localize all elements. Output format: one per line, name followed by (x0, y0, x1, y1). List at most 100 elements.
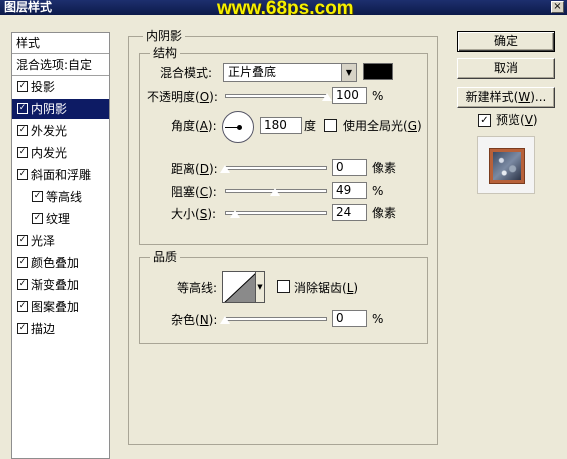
blend-mode-value: 正片叠底 (228, 65, 277, 79)
structure-title: 结构 (150, 46, 181, 60)
style-list-item[interactable]: ✓ 颜色叠加 (12, 253, 109, 273)
style-list-header-label: 样式 (16, 36, 41, 50)
style-list-item-label: 等高线 (46, 190, 83, 204)
checkbox-icon[interactable]: ✓ (17, 301, 28, 312)
checkbox-icon[interactable]: ✓ (32, 213, 43, 224)
contour-picker[interactable] (222, 271, 256, 303)
antialias-label: 消除锯齿(L) (294, 281, 359, 295)
style-list-item-label: 内阴影 (31, 102, 68, 116)
style-list-item[interactable]: ✓ 描边 (12, 319, 109, 339)
preview-checkbox[interactable]: ✓ (478, 114, 491, 127)
style-list-item[interactable]: ✓ 图案叠加 (12, 297, 109, 317)
style-list: 样式 混合选项:自定 ✓ 投影 ✓ 内阴影 ✓ 外发光 ✓ 内发光 ✓ 斜面和浮雕 ✓ 等高线 ✓ 纹理 ✓… (11, 32, 110, 459)
blend-options-item[interactable]: 混合选项:自定 (12, 55, 109, 75)
style-list-header[interactable]: 样式 (12, 33, 109, 53)
inner-shadow-group: 内阴影 结构 混合模式: 正片叠底 ▼ 不透明度(O): 100 % 角度(A)… (128, 29, 438, 445)
global-light-label: 使用全局光(G) (343, 119, 422, 133)
style-preview-thumbnail (477, 136, 535, 194)
size-label: 大小(S): (171, 207, 217, 221)
ok-button[interactable]: 确定 (457, 31, 555, 52)
preview-label: 预览(V) (496, 113, 538, 127)
choke-label: 阻塞(C): (171, 185, 217, 199)
structure-group: 结构 混合模式: 正片叠底 ▼ 不透明度(O): 100 % 角度(A): 18… (139, 46, 428, 245)
style-list-item-label: 描边 (31, 322, 56, 336)
checkbox-icon[interactable]: ✓ (17, 257, 28, 268)
style-list-item[interactable]: ✓ 内阴影 (12, 99, 109, 119)
choke-slider-thumb[interactable] (268, 187, 281, 197)
list-divider (12, 75, 109, 76)
size-unit: 像素 (372, 206, 397, 220)
blend-color-swatch[interactable] (363, 63, 393, 80)
new-style-button[interactable]: 新建样式(W)... (457, 87, 555, 108)
angle-unit: 度 (304, 119, 317, 133)
style-list-item[interactable]: ✓ 投影 (12, 77, 109, 97)
opacity-slider-track[interactable] (225, 94, 327, 98)
style-list-item[interactable]: ✓ 渐变叠加 (12, 275, 109, 295)
chevron-down-icon: ▼ (341, 64, 356, 81)
angle-dial[interactable] (222, 111, 254, 143)
title-bar[interactable]: 图层样式 www.68ps.com × (0, 0, 567, 19)
blend-options-label: 混合选项:自定 (16, 58, 93, 72)
contour-dropdown-arrow[interactable]: ▼ (255, 271, 265, 303)
checkbox-icon[interactable]: ✓ (17, 169, 28, 180)
size-input[interactable]: 24 (332, 204, 367, 221)
angle-label: 角度(A): (171, 119, 217, 133)
angle-input[interactable]: 180 (260, 117, 302, 134)
opacity-slider-thumb[interactable] (321, 92, 333, 102)
contour-curve-icon (224, 273, 255, 302)
size-slider-track[interactable] (225, 211, 327, 215)
global-light-checkbox[interactable] (324, 119, 337, 132)
list-divider (12, 53, 109, 54)
noise-slider-track[interactable] (225, 317, 327, 321)
checkbox-icon[interactable]: ✓ (17, 81, 28, 92)
quality-group: 品质 等高线: ▼ 消除锯齿(L) 杂色(N): 0 % (139, 250, 428, 344)
style-list-item[interactable]: ✓ 纹理 (12, 209, 109, 229)
choke-unit: % (372, 184, 384, 198)
style-list-item[interactable]: ✓ 外发光 (12, 121, 109, 141)
blend-mode-label: 混合模式: (160, 66, 213, 80)
distance-slider-track[interactable] (225, 166, 327, 170)
cancel-button[interactable]: 取消 (457, 58, 555, 79)
noise-unit: % (372, 312, 384, 326)
style-list-item-label: 内发光 (31, 146, 68, 160)
antialias-checkbox[interactable] (277, 280, 290, 293)
style-list-item-label: 外发光 (31, 124, 68, 138)
opacity-unit: % (372, 89, 384, 103)
checkbox-icon[interactable]: ✓ (32, 191, 43, 202)
style-list-item[interactable]: ✓ 内发光 (12, 143, 109, 163)
noise-input[interactable]: 0 (332, 310, 367, 327)
style-list-item-label: 投影 (31, 80, 56, 94)
opacity-input[interactable]: 100 (332, 87, 367, 104)
checkbox-icon[interactable]: ✓ (17, 279, 28, 290)
checkbox-icon[interactable]: ✓ (17, 147, 28, 158)
distance-unit: 像素 (372, 161, 397, 175)
angle-center-dot (237, 125, 242, 130)
size-slider-thumb[interactable] (229, 209, 242, 219)
style-list-item-label: 光泽 (31, 234, 56, 248)
distance-slider-thumb[interactable] (219, 164, 231, 174)
checkbox-icon[interactable]: ✓ (17, 323, 28, 334)
close-button[interactable]: × (551, 1, 564, 13)
inner-shadow-title: 内阴影 (143, 29, 186, 43)
checkbox-icon[interactable]: ✓ (17, 125, 28, 136)
style-list-item[interactable]: ✓ 等高线 (12, 187, 109, 207)
checkbox-icon[interactable]: ✓ (17, 235, 28, 246)
checkbox-icon[interactable]: ✓ (17, 103, 28, 114)
contour-label: 等高线: (177, 281, 218, 295)
noise-label: 杂色(N): (171, 313, 218, 327)
style-list-item[interactable]: ✓ 光泽 (12, 231, 109, 251)
opacity-label: 不透明度(O): (147, 90, 218, 104)
style-list-item-label: 纹理 (46, 212, 71, 226)
choke-input[interactable]: 49 (332, 182, 367, 199)
style-list-item-label: 斜面和浮雕 (31, 168, 92, 182)
quality-title: 品质 (150, 250, 181, 264)
style-list-item-label: 渐变叠加 (31, 278, 80, 292)
style-list-item-label: 图案叠加 (31, 300, 80, 314)
distance-input[interactable]: 0 (332, 159, 367, 176)
noise-slider-thumb[interactable] (219, 315, 231, 325)
distance-label: 距离(D): (171, 162, 218, 176)
window-title: 图层样式 (4, 0, 53, 14)
blend-mode-select[interactable]: 正片叠底 ▼ (223, 63, 357, 82)
dialog-body: 样式 混合选项:自定 ✓ 投影 ✓ 内阴影 ✓ 外发光 ✓ 内发光 ✓ 斜面和浮雕 ✓ 等高线 ✓ 纹理 ✓… (0, 15, 567, 459)
style-list-item[interactable]: ✓ 斜面和浮雕 (12, 165, 109, 185)
